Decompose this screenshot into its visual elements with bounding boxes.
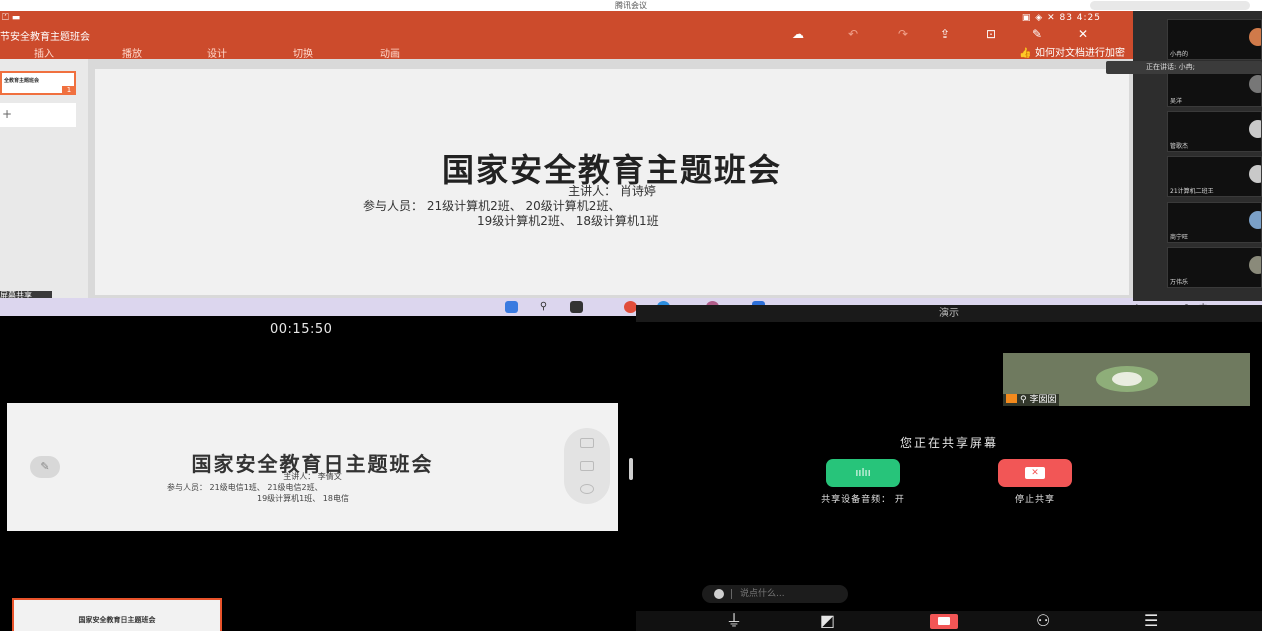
pen-icon[interactable]: ✎ — [1032, 28, 1042, 40]
camera-name-tag: ⚲ 李囡囡 — [1003, 394, 1060, 406]
window-icon[interactable] — [580, 461, 594, 471]
meeting-toolbar: ⏚ ◩ ⚇ ☰ — [636, 611, 1262, 631]
thumb-title: 全教育主题班会 — [4, 78, 40, 84]
status-left-icons: ⏍ ▬ — [2, 13, 21, 23]
ppt-ribbon: 插入 播放 设计 切换 动画 👍 如何对文档进行加密 — [0, 42, 1133, 60]
slide-thumbnail-1[interactable]: 全教育主题班会 1 — [0, 71, 76, 95]
chat-separator — [731, 589, 732, 599]
avatar — [1249, 75, 1261, 93]
camera-avatar — [1096, 366, 1158, 392]
camera-name: 李囡囡 — [1029, 395, 1057, 405]
participant-strip: 小冉的 吴洋 管歌杰 21计算机二班王 商宁旺 万伟乐 — [1133, 11, 1262, 301]
meeting-title-bar: 腾讯会议 — [0, 0, 1262, 11]
undo-icon[interactable]: ↶ — [848, 28, 858, 40]
slide-canvas: 国家安全教育主题班会 主讲人： 肖诗婷 参与人员： 21级计算机2班、 20级计… — [95, 69, 1129, 295]
start-icon[interactable] — [505, 301, 518, 313]
participant-name: 商宁旺 — [1170, 234, 1189, 241]
thumb-number: 1 — [62, 86, 76, 95]
title-search-pill[interactable] — [1090, 1, 1250, 10]
participant-tile[interactable]: 商宁旺 — [1167, 202, 1262, 243]
help-link[interactable]: 👍 如何对文档进行加密 — [1019, 44, 1125, 59]
stop-share-button[interactable]: ✕ — [998, 459, 1072, 487]
mini-slide-thumbnail[interactable]: 国家安全教育日主题班会 — [12, 598, 222, 631]
participants-icon[interactable]: ⚇ — [1036, 613, 1050, 629]
present-icon[interactable]: ⊡ — [986, 28, 996, 40]
preview-participants-1: 参与人员： 21级电信1班、 21级电信2班、 — [167, 483, 323, 492]
emoji-icon[interactable] — [714, 589, 724, 599]
stop-share-icon: ✕ — [1025, 467, 1045, 479]
stop-share-toolbar-button[interactable] — [930, 614, 958, 629]
stop-share-label: 停止共享 — [1014, 495, 1055, 505]
task-view-icon[interactable] — [570, 301, 583, 313]
add-slide-button[interactable]: + — [0, 103, 76, 127]
chat-input[interactable]: 说点什么... — [702, 585, 848, 603]
tab-animation[interactable]: 动画 — [380, 45, 400, 60]
more-menu-icon[interactable]: ☰ — [1144, 613, 1158, 629]
participant-tile[interactable]: 管歌杰 — [1167, 111, 1262, 152]
mic-muted-icon[interactable]: ⏚ — [726, 613, 742, 629]
tab-transition[interactable]: 切换 — [293, 45, 313, 60]
cloud-icon[interactable]: ☁ — [792, 28, 804, 40]
shared-screen: ⏍ ▬ ▣ ◈ ✕ 83 4:25 节安全教育主题班会 ☁ ↶ ↷ ⇪ ⊡ ✎ … — [0, 11, 1262, 316]
help-text: 如何对文档进行加密 — [1035, 48, 1125, 59]
tab-design[interactable]: 设计 — [207, 45, 227, 60]
tab-insert[interactable]: 插入 — [34, 45, 54, 60]
avatar — [1249, 211, 1261, 229]
meeting-title: 腾讯会议 — [615, 1, 647, 10]
participant-name: 吴洋 — [1170, 98, 1183, 105]
camera-off-icon[interactable]: ◩ — [820, 613, 835, 629]
participant-name: 万伟乐 — [1170, 279, 1189, 286]
participant-name: 21计算机二班王 — [1170, 188, 1214, 195]
split-divider-handle[interactable] — [629, 458, 633, 480]
preview-presenter: 主讲人： 李倩文 — [283, 472, 342, 481]
share-audio-button[interactable]: ıılıı — [826, 459, 900, 487]
thumbs-up-icon: 👍 — [1019, 48, 1035, 59]
share-stop-icon — [938, 617, 950, 625]
participant-tile[interactable]: 万伟乐 — [1167, 247, 1262, 288]
avatar-image — [1112, 372, 1142, 386]
audio-wave-icon: ıılıı — [855, 466, 871, 479]
redo-icon[interactable]: ↷ — [898, 28, 908, 40]
document-title: 节安全教育主题班会 — [0, 32, 90, 43]
host-icon — [1006, 394, 1017, 403]
shared-content-preview: ✎ 国家安全教育日主题班会 主讲人： 李倩文 参与人员： 21级电信1班、 21… — [7, 403, 618, 531]
right-panel-header: 演示 — [636, 305, 1262, 322]
chat-placeholder: 说点什么... — [740, 589, 785, 599]
slide-participants-2: 19级计算机2班、 18级计算机1班 — [477, 214, 659, 228]
share-icon[interactable]: ⇪ — [940, 28, 950, 40]
avatar — [1249, 165, 1261, 183]
ppt-title-bar: 节安全教育主题班会 ☁ ↶ ↷ ⇪ ⊡ ✎ ✕ — [0, 26, 1133, 43]
avatar — [1249, 120, 1261, 138]
avatar — [1249, 28, 1261, 46]
search-icon[interactable]: ⚲ — [537, 301, 550, 313]
phone-status-bar: ⏍ ▬ ▣ ◈ ✕ 83 4:25 — [0, 11, 1133, 26]
preview-side-controls[interactable] — [564, 428, 610, 504]
slide-thumbnail-panel: 全教育主题班会 1 + — [0, 59, 88, 301]
layout-icon[interactable] — [580, 438, 594, 448]
share-audio-label: 共享设备音频： 开 — [821, 495, 905, 505]
avatar — [1249, 256, 1261, 274]
mini-slide-title: 国家安全教育日主题班会 — [78, 616, 156, 624]
plus-icon: + — [2, 107, 13, 121]
participant-tile[interactable]: 小冉的 — [1167, 19, 1262, 60]
preview-participants-2: 19级计算机1班、 18电信 — [257, 494, 349, 503]
tab-play[interactable]: 播放 — [122, 45, 142, 60]
participant-name: 管歌杰 — [1170, 143, 1189, 150]
settings-icon[interactable] — [580, 484, 594, 494]
camera-tile[interactable]: ⚲ 李囡囡 — [1003, 353, 1250, 406]
status-right-icons: ▣ ◈ ✕ 83 4:25 — [1021, 13, 1101, 23]
meeting-timer: 00:15:50 — [270, 322, 333, 337]
sharing-status-text: 您正在共享屏幕 — [899, 436, 998, 450]
participant-tile[interactable]: 21计算机二班王 — [1167, 156, 1262, 197]
participant-name: 小冉的 — [1170, 51, 1189, 58]
close-icon[interactable]: ✕ — [1078, 28, 1088, 40]
speaking-indicator: 正在讲话: 小冉; — [1106, 61, 1262, 74]
